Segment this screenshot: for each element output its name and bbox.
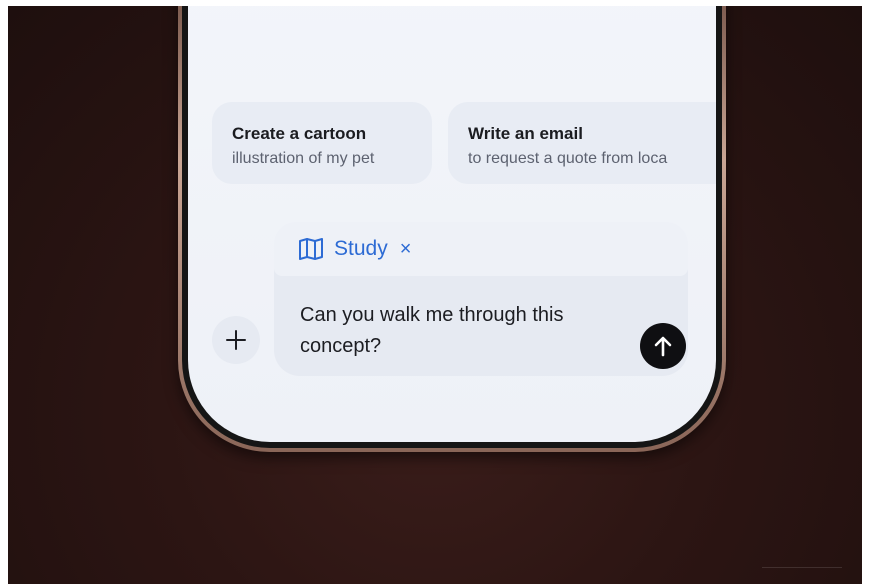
message-composer: Study × Can you walk me through this con… [274, 222, 688, 376]
suggestion-title: Write an email [468, 124, 583, 143]
suggestion-card-email[interactable]: Write an email to request a quote from l… [448, 102, 716, 184]
close-icon[interactable]: × [400, 238, 412, 261]
photo-background: Create a cartoon illustration of my pet … [8, 6, 862, 584]
suggestion-subtitle: illustration of my pet [232, 150, 375, 167]
suggestion-card-cartoon[interactable]: Create a cartoon illustration of my pet [212, 102, 432, 184]
study-chip-label: Study [334, 237, 388, 260]
message-input[interactable]: Can you walk me through this concept? [300, 300, 610, 362]
phone-frame: Create a cartoon illustration of my pet … [178, 6, 726, 452]
study-mode-chip[interactable]: Study × [274, 222, 688, 276]
phone-bezel: Create a cartoon illustration of my pet … [182, 6, 722, 448]
add-attachment-button[interactable] [212, 316, 260, 364]
suggestion-title: Create a cartoon [232, 124, 367, 143]
send-button[interactable] [640, 323, 686, 369]
plus-icon [226, 330, 246, 350]
table-reflection [762, 567, 842, 568]
phone-screen: Create a cartoon illustration of my pet … [188, 6, 716, 442]
arrow-up-icon [654, 336, 672, 357]
book-icon [299, 238, 323, 260]
suggestion-subtitle: to request a quote from loca [468, 150, 668, 167]
